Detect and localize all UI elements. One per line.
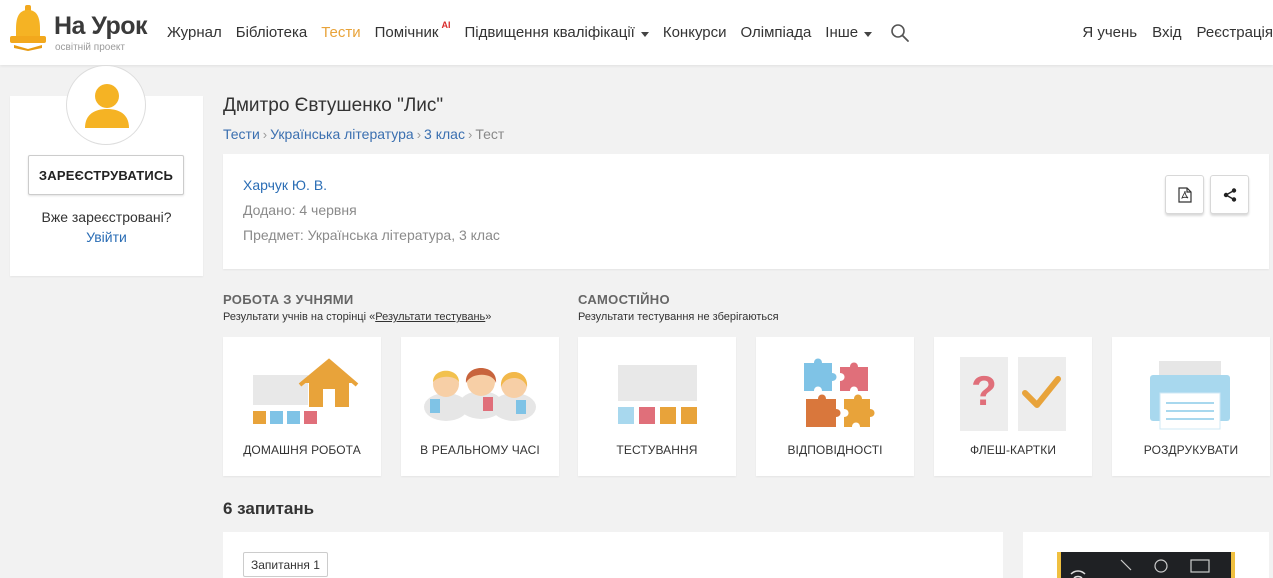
bell-logo-icon: [10, 5, 46, 51]
nav-label: Підвищення кваліфікації: [464, 24, 635, 41]
breadcrumb-separator: ›: [262, 126, 268, 142]
tile-flashcards[interactable]: ? ФЛЕШ-КАРТКИ: [934, 337, 1092, 476]
main-nav: Журнал Бібліотека Тести Помічник AI Підви…: [167, 0, 910, 65]
question-tag: Запитання 1: [243, 552, 328, 577]
tile-label: ВІДПОВІДНОСТІ: [787, 443, 883, 457]
tile-label: ТЕСТУВАННЯ: [616, 443, 698, 457]
site-logo[interactable]: На Урок освітній проект: [8, 5, 158, 55]
testing-icon: [618, 365, 697, 424]
search-icon[interactable]: [890, 23, 910, 43]
nav-label: Бібліотека: [235, 24, 308, 41]
breadcrumb-separator: ›: [467, 126, 473, 142]
page-title: Дмитро Євтушенко "Лис": [223, 95, 444, 116]
nav-contests[interactable]: Конкурси: [663, 24, 727, 41]
section-subtitle-students: Результати учнів на сторінці «Результати…: [223, 311, 491, 323]
pdf-button[interactable]: [1165, 175, 1204, 214]
subject-info: Предмет: Українська література, 3 клас: [243, 227, 500, 243]
section-title-students: РОБОТА З УЧНЯМИ: [223, 292, 354, 307]
top-header: На Урок освітній проект Журнал Бібліотек…: [0, 0, 1273, 65]
nav-assistant[interactable]: Помічник AI: [374, 20, 451, 41]
avatar: [66, 65, 146, 145]
author-link[interactable]: Харчук Ю. В.: [243, 177, 327, 193]
question-card: Запитання 1: [223, 532, 1003, 578]
tile-label: В РЕАЛЬНОМУ ЧАСІ: [420, 443, 540, 457]
tile-matching[interactable]: ВІДПОВІДНОСТІ: [756, 337, 914, 476]
share-icon: [1223, 187, 1236, 202]
pdf-icon: [1177, 186, 1192, 203]
tile-homework[interactable]: ДОМАШНЯ РОБОТА: [223, 337, 381, 476]
svg-text:?: ?: [971, 367, 997, 414]
tile-realtime[interactable]: В РЕАЛЬНОМУ ЧАСІ: [401, 337, 559, 476]
nav-label: Журнал: [167, 24, 222, 41]
tile-label: ФЛЕШ-КАРТКИ: [969, 443, 1057, 457]
tile-label: ДОМАШНЯ РОБОТА: [243, 443, 361, 457]
profile-card: ЗАРЕЄСТРУВАТИСЬ Вже зареєстровані? Увійт…: [10, 65, 203, 276]
nav-tests[interactable]: Тести: [321, 24, 360, 41]
tile-label: РОЗДРУКУВАТИ: [1143, 443, 1239, 457]
section-title-self: САМОСТІЙНО: [578, 292, 670, 307]
nav-label: Помічник: [374, 24, 439, 41]
breadcrumb-current: Тест: [475, 126, 505, 142]
login-link[interactable]: Увійти: [10, 229, 203, 245]
breadcrumb: Тести › Українська література › 3 клас ›…: [223, 126, 504, 142]
ai-badge: AI: [441, 20, 451, 30]
user-avatar-icon: [85, 84, 129, 128]
added-date: Додано: 4 червня: [243, 202, 357, 218]
results-link[interactable]: Результати тестувань: [375, 311, 485, 323]
nav-olympiad[interactable]: Олімпіада: [741, 24, 812, 41]
chalkboard-image: [1057, 552, 1235, 578]
puzzle-icon: [804, 358, 875, 427]
section-subtitle-self: Результати тестування не зберігаються: [578, 311, 779, 323]
nav-label: Тести: [321, 24, 361, 41]
nav-register[interactable]: Реєстрація: [1197, 24, 1273, 41]
questions-count: 6 запитань: [223, 499, 315, 518]
nav-student[interactable]: Я учень: [1082, 24, 1137, 41]
homework-icon: [253, 358, 359, 424]
tile-print[interactable]: РОЗДРУКУВАТИ: [1112, 337, 1270, 476]
nav-qualification[interactable]: Підвищення кваліфікації: [464, 24, 649, 41]
chevron-down-icon: [864, 32, 873, 37]
register-button[interactable]: ЗАРЕЄСТРУВАТИСЬ: [28, 155, 184, 195]
chalkboard-doodles-icon: [1070, 559, 1210, 578]
breadcrumb-grade[interactable]: 3 клас: [424, 126, 465, 142]
user-nav: Я учень Вхід Реєстрація: [1082, 0, 1273, 65]
nav-other[interactable]: Інше: [825, 24, 873, 41]
nav-journal[interactable]: Журнал: [167, 24, 222, 41]
logo-title: На Урок: [54, 12, 148, 40]
nav-label: Інше: [825, 24, 859, 41]
side-ad-card[interactable]: [1023, 532, 1269, 578]
realtime-icon: [424, 368, 536, 421]
breadcrumb-separator: ›: [416, 126, 422, 142]
share-button[interactable]: [1210, 175, 1249, 214]
breadcrumb-subject[interactable]: Українська література: [270, 126, 414, 142]
results-prefix: Результати учнів на сторінці «: [223, 311, 376, 323]
tile-testing[interactable]: ТЕСТУВАННЯ: [578, 337, 736, 476]
already-registered-text: Вже зареєстровані?: [41, 209, 172, 225]
nav-library[interactable]: Бібліотека: [236, 24, 307, 41]
chevron-down-icon: [640, 32, 649, 37]
printer-icon: [1150, 361, 1230, 430]
nav-login[interactable]: Вхід: [1152, 24, 1181, 41]
flashcards-icon: ?: [960, 357, 1066, 431]
logo-subtitle: освітній проект: [55, 42, 125, 53]
breadcrumb-tests[interactable]: Тести: [223, 126, 260, 142]
test-info-card: Харчук Ю. В. Додано: 4 червня Предмет: У…: [223, 154, 1269, 269]
nav-label: Олімпіада: [740, 24, 812, 41]
results-suffix: »: [485, 311, 492, 323]
nav-label: Конкурси: [662, 24, 727, 41]
